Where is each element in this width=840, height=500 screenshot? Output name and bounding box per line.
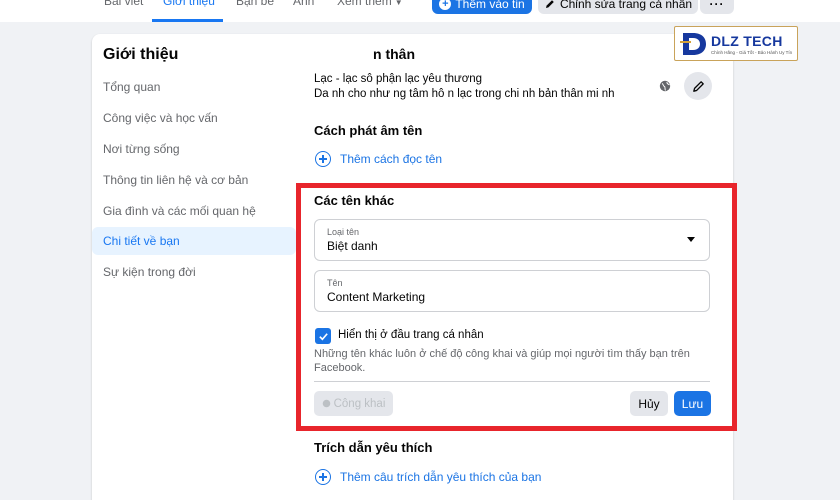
tab-about[interactable]: Giới thiệu (163, 0, 215, 8)
edit-profile-label: Chỉnh sửa trang cá nhân (559, 0, 693, 11)
sidebar-item-life-events[interactable]: Sự kiện trong đời (92, 258, 296, 286)
add-pronunciation-label: Thêm cách đọc tên (340, 152, 443, 166)
logo-d-icon (680, 33, 706, 55)
pronunciation-heading: Cách phát âm tên (314, 123, 423, 138)
tab-more-label: Xem thêm (337, 0, 392, 8)
globe-icon[interactable] (659, 80, 671, 92)
sidebar-item-overview[interactable]: Tổng quan (92, 73, 296, 101)
about-text-line-1: Lạc - lạc sô phận lạc yêu thương (314, 73, 483, 85)
dlz-tech-logo: DLZ TECH Chính Hãng - Giá Tốt - Bảo Hành… (674, 26, 798, 61)
sidebar-item-contact-basic-info[interactable]: Thông tin liên hệ và cơ bản (92, 166, 296, 194)
more-options-button[interactable]: ··· (700, 0, 734, 14)
favorite-quotes-heading: Trích dẫn yêu thích (314, 440, 433, 455)
sidebar-item-places-lived[interactable]: Nơi từng sống (92, 135, 296, 163)
add-pronunciation-link[interactable]: Thêm cách đọc tên (315, 151, 442, 167)
active-tab-indicator (152, 19, 223, 22)
add-favorite-quote-label: Thêm câu trích dẫn yêu thích của bạn (340, 470, 542, 484)
tab-photos[interactable]: Ảnh (293, 0, 314, 8)
about-you-heading: n thân (373, 46, 415, 62)
tab-more[interactable]: Xem thêm ▼ (337, 0, 403, 8)
sidebar-item-details-about-you[interactable]: Chi tiết về bạn (92, 227, 296, 255)
plus-icon: + (439, 0, 452, 10)
edit-about-button[interactable] (684, 72, 712, 100)
tab-friends[interactable]: Bạn bè (236, 0, 274, 8)
more-options-label: ··· (709, 0, 725, 11)
highlight-box (296, 183, 737, 431)
sidebar-item-work-education[interactable]: Công việc và học vấn (92, 104, 296, 132)
about-text-line-2: Da nh cho như ng tâm hô n lạc trong chi … (314, 88, 615, 100)
add-to-story-label: Thêm vào tin (455, 0, 525, 11)
logo-text: DLZ TECH (711, 33, 783, 49)
logo-subtext: Chính Hãng - Giá Tốt - Bảo Hành Uy Tín (711, 50, 793, 55)
pencil-icon (545, 0, 554, 9)
profile-tab-bar: Bài viết Giới thiệu Bạn bè Ảnh Xem thêm ▼… (0, 0, 840, 22)
chevron-down-icon: ▼ (394, 0, 403, 7)
plus-circle-icon (315, 469, 331, 485)
sidebar-title: Giới thiệu (103, 46, 179, 63)
plus-circle-icon (315, 151, 331, 167)
sidebar-item-family-relationships[interactable]: Gia đình và các mối quan hệ (92, 197, 296, 225)
overlay-strip (198, 34, 373, 64)
tab-posts[interactable]: Bài viết (104, 0, 143, 8)
pencil-icon (692, 80, 704, 92)
edit-profile-button[interactable]: Chỉnh sửa trang cá nhân (538, 0, 698, 14)
add-favorite-quote-link[interactable]: Thêm câu trích dẫn yêu thích của bạn (315, 469, 541, 485)
add-to-story-button[interactable]: + Thêm vào tin (432, 0, 532, 14)
